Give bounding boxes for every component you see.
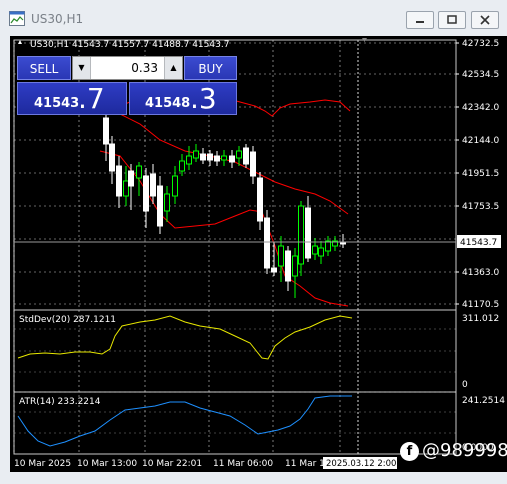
candle-body [278,245,284,267]
status-bar [0,472,507,484]
close-button[interactable] [471,11,499,29]
menu-arrow-icon[interactable] [18,40,22,44]
terminal-window: US30,H1 US30,H1 41543.7 41557.7 41488.7 … [0,0,507,484]
stddev-tick: 0 [462,380,468,390]
candle-body [264,217,270,269]
stddev-label: StdDev(20) 287.1211 [19,315,116,325]
price-tick: 41170.5 [462,300,499,310]
time-tick: 11 Mar 06:00 [213,459,273,469]
price-tick: 41951.5 [462,169,499,179]
candle-body [207,153,213,161]
price-tick: 42144.0 [462,136,499,146]
price-tick: 42732.5 [462,39,499,49]
lot-increase-button[interactable]: ▲ [164,57,182,79]
candle-body [229,155,235,163]
candle-body [285,250,291,282]
candle-body [109,143,115,172]
candle-body [179,160,185,172]
candle-body [236,150,242,159]
candle-body [157,185,163,227]
title-bar[interactable]: US30,H1 [0,0,507,36]
candle-body [312,245,318,255]
price-tick: 42342.0 [462,103,499,113]
watermark: f @989998 [400,440,507,466]
atr-tick: 241.2514 [462,396,505,406]
sell-button[interactable]: SELL [17,56,71,80]
candle-body [186,155,192,165]
atr-label: ATR(14) 233.2214 [19,397,101,407]
sell-price-pips: .7 [78,82,105,115]
lot-size-stepper[interactable]: ▼ 0.33 ▲ [72,56,183,80]
buy-price-button[interactable]: 41548 .3 [129,82,237,115]
restore-button[interactable] [438,11,466,29]
candle-body [150,173,156,197]
watermark-text: @989998 [422,440,507,461]
candle-body [298,205,304,265]
minimize-button[interactable] [406,11,434,29]
candle-body [136,165,142,179]
time-tick: 10 Mar 22:01 [142,459,202,469]
candle-body [318,247,324,257]
price-tick: 41363.0 [462,268,499,278]
candle-body [200,153,206,161]
price-tick: 41753.5 [462,202,499,212]
stddev-tick: 311.012 [462,314,499,324]
indicator-lines [17,315,353,447]
price-tick: 42534.5 [462,70,499,80]
one-click-trading-panel: SELL ▼ 0.33 ▲ BUY 41543 .7 41548 .3 [17,56,237,115]
candle-body [143,175,149,212]
candle-body [257,177,263,222]
candle-body [103,117,109,145]
social-logo-icon: f [400,442,419,461]
buy-price-main: 41548 [145,96,191,111]
chart-window-icon [9,11,25,26]
candle-body [305,207,311,259]
candle-body [123,180,129,197]
candle-body [172,175,178,197]
window-title: US30,H1 [31,12,84,26]
candle-body [128,170,134,187]
candle-body [243,147,249,165]
current-price-label: 41543.7 [460,238,497,248]
candle-body [164,193,170,212]
minimize-icon [416,21,424,23]
candle-body [193,150,199,159]
candle-body [116,165,122,197]
buy-price-pips: .3 [190,82,217,115]
sell-price-main: 41543 [34,96,80,111]
candle-body [221,155,227,161]
lot-decrease-button[interactable]: ▼ [73,57,91,79]
crosshair-time-label: 2025.03.12 2:00 [326,459,396,469]
close-icon [480,15,490,25]
candle-body [271,267,277,273]
time-tick: 10 Mar 13:00 [77,459,137,469]
candle-body [214,155,220,162]
buy-button[interactable]: BUY [184,56,237,80]
candle-body [292,255,298,277]
chart-header: US30,H1 41543.7 41557.7 41488.7 41543.7 [30,40,229,50]
sell-price-button[interactable]: 41543 .7 [17,82,127,115]
lot-size-input[interactable]: 0.33 [131,61,158,75]
restore-icon [447,15,457,24]
time-tick: 10 Mar 2025 [14,459,71,469]
candle-body [250,151,256,177]
